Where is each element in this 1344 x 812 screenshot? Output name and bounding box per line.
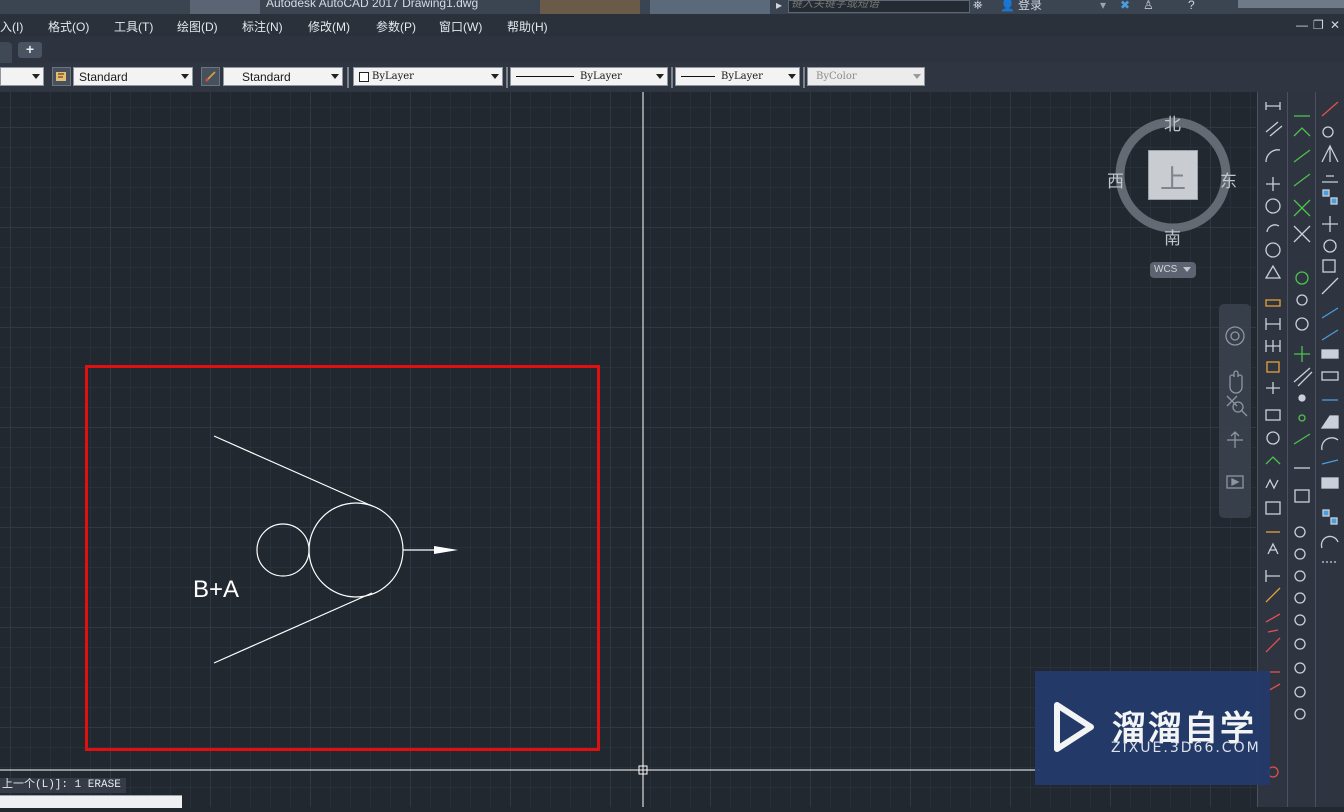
- chevron-down-icon: [1183, 267, 1191, 272]
- zoom-icon[interactable]: [1294, 662, 1306, 674]
- arc-icon[interactable]: [1265, 149, 1281, 163]
- zoom-extents-icon[interactable]: [1226, 395, 1248, 417]
- small-circle: [256, 523, 310, 577]
- linear-dim-icon[interactable]: [1265, 102, 1281, 110]
- viewcube-top-face[interactable]: 上: [1148, 150, 1198, 200]
- watermark-logo: 溜溜自学 ZIXUE.3D66.COM: [1035, 671, 1270, 785]
- space-icon[interactable]: [1266, 361, 1280, 373]
- zoom-icon[interactable]: [1294, 570, 1306, 582]
- stretch-icon[interactable]: [1321, 277, 1339, 295]
- quadrant-icon[interactable]: [1296, 294, 1308, 306]
- tolerance-icon[interactable]: [1265, 409, 1281, 421]
- dim-text-icon[interactable]: [1267, 542, 1279, 555]
- nearest-icon[interactable]: [1293, 433, 1311, 445]
- scale-icon[interactable]: [1322, 259, 1336, 273]
- explode-icon[interactable]: [1321, 459, 1339, 465]
- ucs-menu[interactable]: WCS: [1150, 262, 1196, 278]
- snap-icon[interactable]: [1293, 127, 1311, 137]
- dim-edit-icon[interactable]: [1265, 501, 1281, 515]
- group-icon[interactable]: [1322, 509, 1330, 517]
- circle-icon[interactable]: [1265, 198, 1281, 214]
- large-circle: [308, 502, 404, 598]
- break-icon[interactable]: [1321, 349, 1339, 359]
- steering-wheel-icon[interactable]: [1225, 326, 1245, 346]
- fillet-icon[interactable]: [1320, 415, 1339, 429]
- rotate-icon[interactable]: [1323, 239, 1337, 253]
- quick-dim-icon[interactable]: [1265, 299, 1281, 307]
- zoom-icon[interactable]: [1294, 686, 1306, 698]
- update-icon[interactable]: [1265, 570, 1280, 582]
- viewcube-face-label: 上: [1159, 165, 1186, 195]
- array-icon[interactable]: [1322, 189, 1330, 197]
- compass-south[interactable]: 南: [1164, 224, 1181, 249]
- blend-icon[interactable]: [1321, 437, 1339, 451]
- ucs-label: WCS: [1154, 264, 1178, 275]
- parallel-icon[interactable]: [1293, 367, 1313, 387]
- zoom-icon[interactable]: [1294, 614, 1306, 626]
- steering-wheel-icon[interactable]: [1230, 331, 1240, 341]
- zoom-icon[interactable]: [1294, 708, 1306, 720]
- modify-icon[interactable]: [1265, 637, 1281, 653]
- ordinate-icon[interactable]: [1266, 177, 1280, 191]
- baseline-icon[interactable]: [1265, 318, 1281, 330]
- command-input[interactable]: [0, 795, 182, 808]
- move-icon[interactable]: [1322, 216, 1338, 232]
- compass-west[interactable]: 西: [1107, 167, 1124, 192]
- watermark-play-icon: [1054, 702, 1094, 752]
- node-icon[interactable]: [1298, 414, 1306, 422]
- angular-icon[interactable]: [1264, 264, 1282, 279]
- tangent-icon[interactable]: [1295, 317, 1309, 331]
- zoom-icon[interactable]: [1294, 526, 1306, 538]
- block-icon[interactable]: [1321, 477, 1339, 489]
- mirror-icon[interactable]: [1321, 144, 1339, 163]
- arrow-head: [434, 546, 458, 554]
- play-icon[interactable]: [1231, 477, 1240, 487]
- copy-icon[interactable]: [1322, 126, 1334, 138]
- jogged-icon[interactable]: [1265, 478, 1279, 490]
- snap-settings-icon[interactable]: [1294, 489, 1310, 503]
- watermark-url: ZIXUE.3D66.COM: [1111, 740, 1261, 756]
- trim-icon[interactable]: [1321, 307, 1339, 319]
- group-icon[interactable]: [1330, 517, 1338, 525]
- join-icon[interactable]: [1321, 371, 1339, 381]
- break-icon[interactable]: [1266, 382, 1280, 394]
- array-icon[interactable]: [1330, 197, 1338, 205]
- dim-style-icon[interactable]: [1265, 587, 1281, 603]
- radius-icon[interactable]: [1266, 224, 1280, 233]
- center-mark-icon[interactable]: [1266, 431, 1280, 445]
- center-icon[interactable]: [1295, 271, 1309, 285]
- zoom-icon[interactable]: [1294, 592, 1306, 604]
- offset-icon[interactable]: [1322, 175, 1338, 183]
- modify-toolbar: [1315, 92, 1344, 807]
- insert-icon[interactable]: [1298, 394, 1306, 402]
- erase-icon[interactable]: [1321, 101, 1339, 117]
- aligned-dim-icon[interactable]: [1265, 121, 1283, 137]
- orbit-icon[interactable]: [1227, 431, 1243, 448]
- lower-tangent-line: [213, 592, 373, 664]
- compass-east[interactable]: 东: [1220, 167, 1237, 192]
- extend-icon[interactable]: [1321, 329, 1339, 341]
- compass-north[interactable]: 北: [1164, 110, 1181, 135]
- pan-icon[interactable]: [1229, 370, 1243, 394]
- intersection-icon[interactable]: [1293, 199, 1311, 217]
- perpendicular-icon[interactable]: [1294, 346, 1310, 362]
- snap-icon[interactable]: [1293, 173, 1311, 187]
- navigation-bar: [1219, 304, 1251, 518]
- snap-icon[interactable]: [1293, 149, 1311, 163]
- zoom-icon[interactable]: [1294, 638, 1306, 650]
- continue-icon[interactable]: [1265, 340, 1281, 352]
- zoom-icon[interactable]: [1294, 548, 1306, 560]
- command-history: 上一个(L)]: 1 ERASE: [0, 778, 126, 793]
- modify-icon[interactable]: [1265, 613, 1281, 633]
- spline-icon[interactable]: [1320, 535, 1339, 549]
- selection-box: [85, 365, 600, 751]
- annotation-label[interactable]: B+A: [193, 576, 239, 603]
- object-snap-toolbar: [1287, 92, 1316, 807]
- zoom-extents-icon[interactable]: [1232, 401, 1244, 413]
- apparent-icon[interactable]: [1293, 225, 1311, 243]
- upper-tangent-line: [213, 435, 373, 507]
- diameter-icon[interactable]: [1265, 242, 1281, 258]
- inspect-icon[interactable]: [1265, 456, 1281, 465]
